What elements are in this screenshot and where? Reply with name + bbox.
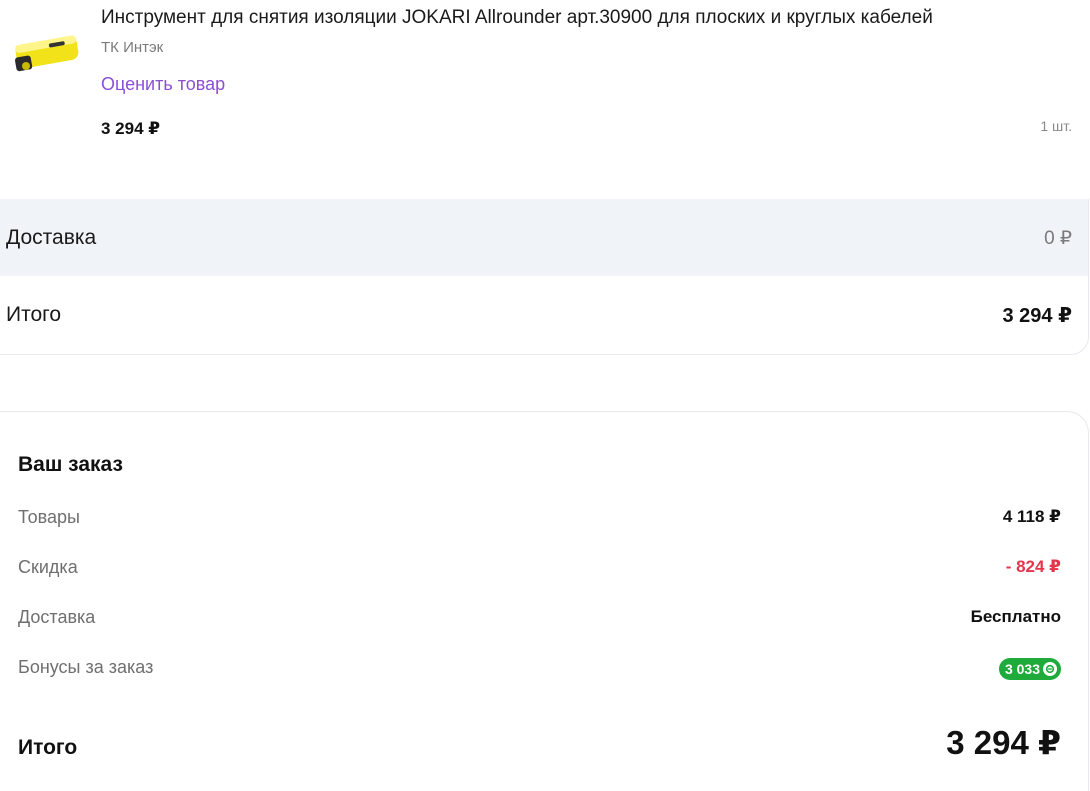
product-quantity: 1 шт. [1040, 118, 1072, 134]
rate-product-link[interactable]: Оценить товар [101, 74, 225, 95]
bonus-badge[interactable]: 3 033 [998, 658, 1061, 680]
order-line-label: Бонусы за заказ [18, 657, 154, 677]
delivery-label: Доставка [6, 226, 97, 249]
order-line-label: Товары [18, 507, 80, 527]
order-line-label: Доставка [18, 607, 96, 627]
order-summary-title: Ваш заказ [18, 453, 123, 476]
shipment-total-row: Итого 3 294 ₽ [0, 276, 1088, 354]
order-total-value: 3 294 ₽ [946, 724, 1061, 761]
order-total-row: Итого 3 294 ₽ [18, 723, 1061, 773]
order-total-label: Итого [18, 736, 78, 759]
product-title[interactable]: Инструмент для снятия изоляции JOKARI Al… [101, 6, 933, 30]
shipment-summary: Доставка 0 ₽ Итого 3 294 ₽ [0, 199, 1089, 355]
product-card: Инструмент для снятия изоляции JOKARI Al… [0, 0, 1090, 199]
bonus-coin-icon [1043, 662, 1057, 676]
order-line-goods: Товары 4 118 ₽ [18, 503, 1061, 533]
shipment-total-value: 3 294 ₽ [1002, 305, 1072, 327]
delivery-cost: 0 ₽ [1044, 228, 1072, 249]
order-line-discount: Скидка - 824 ₽ [18, 553, 1061, 583]
shipment-total-label: Итого [6, 303, 62, 326]
order-line-label: Скидка [18, 557, 78, 577]
order-line-value: Бесплатно [970, 607, 1061, 626]
order-line-bonus: Бонусы за заказ 3 033 [18, 653, 1061, 683]
order-summary-card: Ваш заказ Товары 4 118 ₽ Скидка - 824 ₽ … [0, 411, 1089, 791]
order-page: Инструмент для снятия изоляции JOKARI Al… [0, 0, 1090, 791]
product-image[interactable] [12, 22, 84, 82]
seller-name[interactable]: ТК Интэк [101, 39, 163, 56]
product-price: 3 294 ₽ [101, 119, 161, 138]
order-line-delivery: Доставка Бесплатно [18, 603, 1061, 633]
order-line-value: 4 118 ₽ [1002, 507, 1061, 526]
bonus-amount: 3 033 [1004, 661, 1040, 677]
cable-stripper-tool-image [14, 35, 79, 72]
discount-value: - 824 ₽ [1005, 557, 1061, 576]
delivery-row: Доставка 0 ₽ [0, 199, 1088, 276]
